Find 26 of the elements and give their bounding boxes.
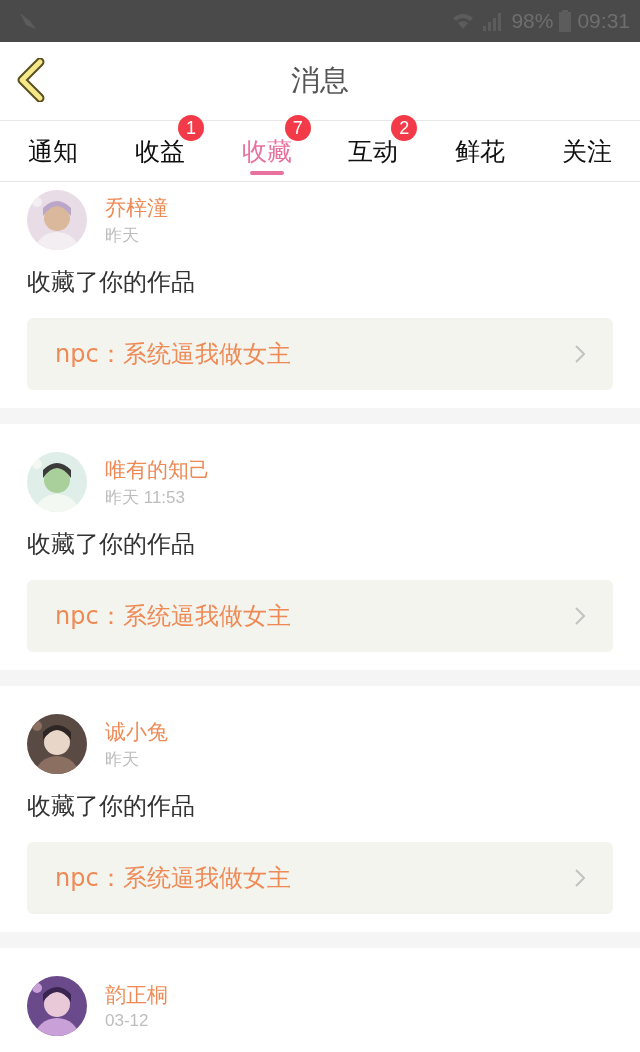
chevron-right-icon bbox=[575, 345, 585, 363]
work-link[interactable]: npc：系统逼我做女主 bbox=[27, 842, 613, 914]
back-button[interactable] bbox=[16, 58, 46, 102]
timestamp: 昨天 11:53 bbox=[105, 486, 186, 509]
chevron-right-icon bbox=[575, 607, 585, 625]
user-name[interactable]: 唯有的知己 bbox=[105, 455, 210, 484]
message-text: 收藏了你的作品 bbox=[27, 791, 196, 822]
user-name[interactable]: 诚小兔 bbox=[105, 717, 168, 746]
message-text: 收藏了你的作品 bbox=[27, 267, 196, 298]
page-title: 消息 bbox=[291, 62, 349, 99]
user-name[interactable]: 韵正桐 bbox=[105, 981, 168, 1009]
tab[interactable]: 通知 bbox=[28, 134, 79, 168]
timestamp: 03-12 bbox=[105, 1011, 150, 1031]
work-link[interactable]: npc：系统逼我做女主 bbox=[27, 318, 613, 390]
work-link[interactable]: npc：系统逼我做女主 bbox=[27, 580, 613, 652]
timestamp: 昨天 bbox=[105, 748, 140, 771]
tab-indicator bbox=[249, 171, 284, 175]
tab[interactable]: 关注 bbox=[561, 134, 612, 168]
tab[interactable]: 鲜花 bbox=[455, 134, 505, 168]
count-badge: 7 bbox=[284, 115, 311, 141]
count-badge: 1 bbox=[178, 115, 204, 141]
chevron-right-icon bbox=[575, 869, 585, 887]
message-text: 收藏了你的作品 bbox=[27, 529, 196, 560]
count-badge: 2 bbox=[391, 115, 418, 141]
user-name[interactable]: 乔梓潼 bbox=[105, 193, 168, 222]
timestamp: 昨天 bbox=[105, 224, 140, 247]
